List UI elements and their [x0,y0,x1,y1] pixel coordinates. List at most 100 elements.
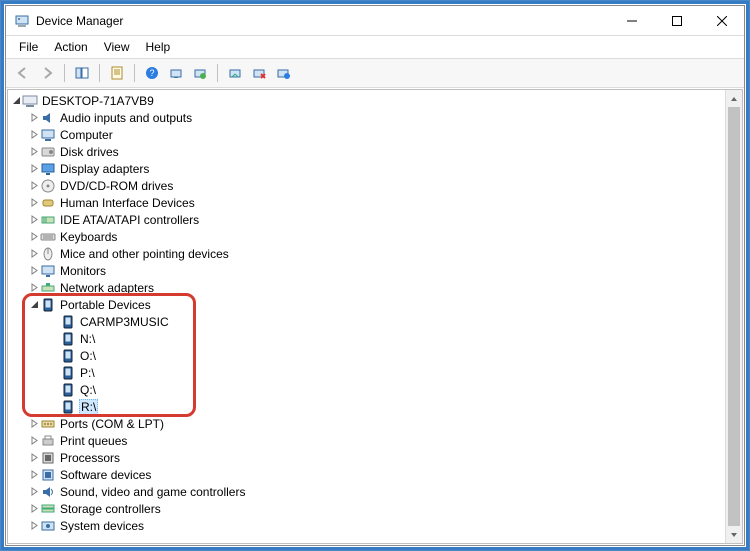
ide-icon [40,212,56,228]
computer-icon [22,93,38,109]
close-button[interactable] [699,6,744,35]
toolbar-separator [134,64,135,82]
chevron-right-icon[interactable] [28,211,40,228]
tree-category[interactable]: DVD/CD-ROM drives [8,177,725,194]
tree-category-label: Processors [60,451,120,465]
tree-category[interactable]: Processors [8,449,725,466]
chevron-right-icon[interactable] [28,483,40,500]
tree-category[interactable]: Audio inputs and outputs [8,109,725,126]
tree-item[interactable]: CARMP3MUSIC [8,313,725,330]
uninstall-button[interactable] [224,62,246,84]
tree-category-label: Ports (COM & LPT) [60,417,164,431]
tree-category[interactable]: Print queues [8,432,725,449]
update-driver-button[interactable] [189,62,211,84]
tree-category[interactable]: Software devices [8,466,725,483]
tree-category[interactable]: IDE ATA/ATAPI controllers [8,211,725,228]
disable-button[interactable] [248,62,270,84]
chevron-right-icon[interactable] [28,109,40,126]
chevron-right-icon[interactable] [28,279,40,296]
menu-action[interactable]: Action [47,38,94,56]
chevron-right-icon[interactable] [28,415,40,432]
enable-button[interactable] [272,62,294,84]
tree-category-label: Monitors [60,264,106,278]
cd-icon [40,178,56,194]
tree-category[interactable]: Computer [8,126,725,143]
tree-item-label: Q:\ [80,383,96,397]
portable-icon [60,382,76,398]
properties-button[interactable] [106,62,128,84]
scroll-up-button[interactable] [726,90,742,107]
tree-category[interactable]: Monitors [8,262,725,279]
portable-icon [60,331,76,347]
help-button[interactable]: ? [141,62,163,84]
device-tree[interactable]: DESKTOP-71A7VB9Audio inputs and outputsC… [8,90,725,543]
tree-category[interactable]: Mice and other pointing devices [8,245,725,262]
svg-text:?: ? [149,68,154,78]
tree-item[interactable]: P:\ [8,364,725,381]
tree-item[interactable]: R:\ [8,398,725,415]
forward-button[interactable] [36,62,58,84]
tree-item[interactable]: N:\ [8,330,725,347]
tree-category[interactable]: Keyboards [8,228,725,245]
tree-item[interactable]: Q:\ [8,381,725,398]
network-icon [40,280,56,296]
portable-icon [60,314,76,330]
tree-item-label: O:\ [80,349,96,363]
scroll-down-button[interactable] [726,526,742,543]
chevron-right-icon[interactable] [28,500,40,517]
tree-item[interactable]: O:\ [8,347,725,364]
mouse-icon [40,246,56,262]
chevron-right-icon[interactable] [28,177,40,194]
tree-category[interactable]: Sound, video and game controllers [8,483,725,500]
tree-category[interactable]: Network adapters [8,279,725,296]
chevron-right-icon[interactable] [28,517,40,534]
tree-category[interactable]: Storage controllers [8,500,725,517]
tree-category-label: Human Interface Devices [60,196,195,210]
toolbar-separator [217,64,218,82]
vertical-scrollbar[interactable] [725,90,742,543]
chevron-right-icon[interactable] [28,160,40,177]
toolbar-separator [64,64,65,82]
tree-root[interactable]: DESKTOP-71A7VB9 [8,92,725,109]
tree-item-label: P:\ [80,366,95,380]
storage-icon [40,501,56,517]
chevron-right-icon[interactable] [28,262,40,279]
tree-category[interactable]: System devices [8,517,725,534]
back-button[interactable] [12,62,34,84]
display-icon [40,161,56,177]
cpu-icon [40,450,56,466]
scan-hardware-button[interactable] [165,62,187,84]
minimize-button[interactable] [609,6,654,35]
tree-category[interactable]: Disk drives [8,143,725,160]
scroll-thumb[interactable] [728,107,740,526]
tree-category[interactable]: Portable Devices [8,296,725,313]
chevron-down-icon[interactable] [28,296,40,313]
chevron-right-icon[interactable] [28,466,40,483]
chevron-right-icon[interactable] [28,432,40,449]
tree-category-label: Display adapters [60,162,149,176]
tree-category[interactable]: Human Interface Devices [8,194,725,211]
software-icon [40,467,56,483]
device-manager-window: Device Manager File Action View Help ? D… [0,0,750,551]
chevron-right-icon[interactable] [28,449,40,466]
tree-category-label: IDE ATA/ATAPI controllers [60,213,199,227]
chevron-down-icon[interactable] [10,92,22,109]
menu-view[interactable]: View [97,38,137,56]
chevron-right-icon[interactable] [28,194,40,211]
chevron-right-icon[interactable] [28,126,40,143]
maximize-button[interactable] [654,6,699,35]
toolbar: ? [6,59,744,88]
menu-help[interactable]: Help [139,38,178,56]
menu-file[interactable]: File [12,38,45,56]
show-hide-tree-button[interactable] [71,62,93,84]
tree-category-label: Network adapters [60,281,154,295]
tree-category[interactable]: Display adapters [8,160,725,177]
chevron-right-icon[interactable] [28,245,40,262]
portable-icon [60,399,76,415]
chevron-right-icon[interactable] [28,228,40,245]
tree-panel: DESKTOP-71A7VB9Audio inputs and outputsC… [7,89,743,544]
tree-category[interactable]: Ports (COM & LPT) [8,415,725,432]
sound-icon [40,484,56,500]
tree-category-label: Keyboards [60,230,117,244]
chevron-right-icon[interactable] [28,143,40,160]
